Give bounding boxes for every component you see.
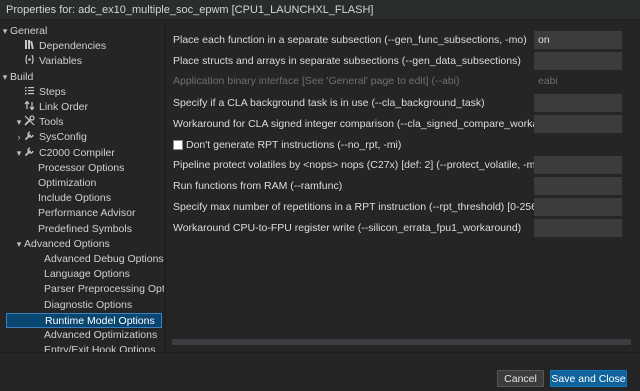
tree-item-label: SysConfig [39, 131, 87, 144]
options-panel: Place each function in a separate subsec… [166, 21, 640, 352]
option-value-field[interactable] [534, 177, 622, 195]
tree-item-sysconfig[interactable]: › SysConfig [0, 130, 164, 145]
list-icon [24, 85, 36, 96]
tree-item-build[interactable]: ▾ Build [0, 70, 164, 85]
wrench-icon [24, 146, 36, 157]
tree-item-optimization[interactable]: Optimization [0, 176, 164, 191]
chevron-down-icon[interactable]: ▾ [14, 115, 24, 130]
tree-item-link-order[interactable]: Link Order [0, 100, 164, 115]
tree-item-label: Steps [39, 85, 66, 98]
tree-item-label: General [10, 25, 48, 37]
option-value-field[interactable] [534, 198, 622, 216]
tree-item-steps[interactable]: Steps [0, 85, 164, 100]
option-value-field[interactable]: on [534, 31, 622, 49]
tree-item-label: Tools [39, 116, 64, 129]
tree-item-general[interactable]: ▾ General [0, 24, 164, 39]
tree-item-label: Language Options [44, 268, 130, 281]
tree-item-parser-preprocessing-opti[interactable]: Parser Preprocessing Opti... [0, 282, 164, 297]
tree-item-label: Predefined Symbols [38, 222, 132, 235]
tree-item-label: Processor Options [38, 161, 125, 174]
no-rpt-checkbox[interactable] [173, 140, 183, 150]
tree-item-label: Link Order [39, 101, 89, 113]
tree-item-label: C2000 Compiler [39, 146, 115, 159]
option-label: Specify if a CLA background task is in u… [173, 97, 485, 109]
chevron-right-icon[interactable]: › [14, 130, 24, 145]
horizontal-scrollbar[interactable] [172, 339, 631, 345]
tree-item-c2000-compiler[interactable]: ▾ C2000 Compiler [0, 146, 164, 161]
option-value-field[interactable] [534, 94, 622, 112]
option-label: Pipeline protect volatiles by <nops> nop… [173, 159, 545, 171]
option-label[interactable]: Don't generate RPT instructions (--no_rp… [186, 137, 401, 153]
option-label: Application binary interface [See 'Gener… [173, 75, 460, 87]
tree-item-runtime-model-options[interactable]: Runtime Model Options [6, 312, 162, 328]
tree-item-performance-advisor[interactable]: Performance Advisor [0, 206, 164, 221]
tree-item-advanced-options[interactable]: ▾ Advanced Options [0, 237, 164, 252]
option-value-field: eabi [534, 72, 622, 90]
wrench-icon [24, 130, 36, 141]
option-label: Place structs and arrays in separate sub… [173, 55, 521, 67]
option-label: Workaround for CLA signed integer compar… [173, 118, 569, 130]
link-order-icon [24, 100, 36, 111]
tree-item-label: Optimization [38, 177, 97, 189]
tree-item-dependencies[interactable]: Dependencies [0, 39, 164, 54]
save-and-close-button[interactable]: Save and Close [550, 370, 627, 387]
tree-item-label: Include Options [38, 192, 111, 205]
tree-item-label: Variables [39, 55, 82, 68]
chevron-down-icon[interactable]: ▾ [0, 24, 10, 39]
tree-item-label: Advanced Optimizations [44, 329, 158, 341]
chevron-down-icon[interactable]: ▾ [14, 237, 24, 252]
option-value-field[interactable] [534, 115, 622, 133]
tree-item-label: Advanced Debug Options [44, 253, 164, 265]
chevron-down-icon[interactable]: ▾ [14, 146, 24, 161]
tree-item-advanced-debug-options[interactable]: Advanced Debug Options [0, 252, 164, 267]
tree-item-processor-options[interactable]: Processor Options [0, 161, 164, 176]
tree-item-label: Performance Advisor [38, 207, 136, 220]
window-title: Properties for: adc_ex10_multiple_soc_ep… [0, 0, 640, 20]
dialog-footer: Cancel Save and Close [0, 352, 640, 391]
tree-item-predefined-symbols[interactable]: Predefined Symbols [0, 222, 164, 237]
tree-item-label: Advanced Options [24, 237, 110, 250]
option-value-field[interactable] [534, 156, 622, 174]
tree-item-label: Dependencies [39, 40, 107, 53]
tree-item-variables[interactable]: Variables [0, 54, 164, 69]
tree-item-entry-exit-hook-options[interactable]: Entry/Exit Hook Options [0, 343, 164, 352]
tree-item-advanced-optimizations[interactable]: Advanced Optimizations [0, 328, 164, 343]
option-label: Specify max number of repetitions in a R… [173, 201, 540, 213]
tools-icon [24, 115, 36, 126]
option-value-field[interactable] [534, 52, 622, 70]
tree-item-tools[interactable]: ▾ Tools [0, 115, 164, 130]
library-icon [24, 39, 36, 50]
properties-tree[interactable]: ▾ General Dependencies Variables ▾ Build Steps… [0, 21, 164, 352]
tree-item-label: Parser Preprocessing Opti... [44, 283, 164, 296]
chevron-down-icon[interactable]: ▾ [0, 70, 10, 85]
option-value-field[interactable] [534, 219, 622, 237]
tree-item-label: Entry/Exit Hook Options [44, 344, 156, 352]
variable-icon [24, 54, 36, 65]
tree-item-label: Runtime Model Options [45, 314, 155, 327]
option-label: Place each function in a separate subsec… [173, 34, 527, 46]
tree-item-language-options[interactable]: Language Options [0, 267, 164, 282]
option-label: Run functions from RAM (--ramfunc) [173, 180, 343, 192]
tree-item-diagnostic-options[interactable]: Diagnostic Options [0, 298, 164, 313]
tree-item-label: Build [10, 70, 34, 83]
option-label: Workaround CPU-to-FPU register write (--… [173, 222, 522, 234]
cancel-button[interactable]: Cancel [497, 370, 544, 387]
tree-item-include-options[interactable]: Include Options [0, 191, 164, 206]
tree-item-label: Diagnostic Options [44, 298, 133, 311]
